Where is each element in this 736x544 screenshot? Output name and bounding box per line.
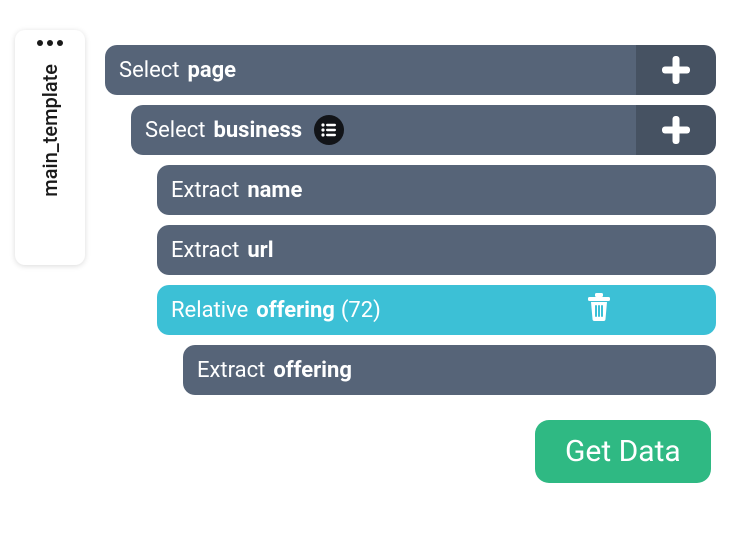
sidebar-tab[interactable]: main_template <box>15 30 85 265</box>
command-row-select-business[interactable]: Select business <box>131 105 716 155</box>
list-icon <box>314 115 344 145</box>
command-noun: url <box>247 238 273 263</box>
command-row-extract-offering[interactable]: Extract offering <box>183 345 716 395</box>
command-verb: Extract <box>171 178 239 203</box>
tab-label: main_template <box>38 64 62 197</box>
ellipsis-icon[interactable] <box>37 40 63 46</box>
command-noun: offering <box>256 298 335 323</box>
command-noun: name <box>247 178 302 203</box>
add-button[interactable] <box>636 45 716 95</box>
command-row-extract-url[interactable]: Extract url <box>157 225 716 275</box>
command-row-select-page[interactable]: Select page <box>105 45 716 95</box>
command-verb: Select <box>145 118 205 143</box>
command-row-relative-offering[interactable]: Relative offering (72) <box>157 285 716 335</box>
trash-icon[interactable] <box>586 292 612 328</box>
plus-icon <box>662 56 690 84</box>
get-data-button[interactable]: Get Data <box>535 420 711 483</box>
command-verb: Extract <box>197 358 265 383</box>
add-button[interactable] <box>636 105 716 155</box>
command-count: (72) <box>341 298 381 323</box>
command-noun: offering <box>273 358 352 383</box>
command-noun: page <box>187 58 236 83</box>
command-verb: Select <box>119 58 179 83</box>
command-verb: Relative <box>171 298 248 323</box>
plus-icon <box>662 116 690 144</box>
command-list: Select page Select business Extract name <box>105 45 716 405</box>
command-noun: business <box>213 118 302 143</box>
command-verb: Extract <box>171 238 239 263</box>
command-row-extract-name[interactable]: Extract name <box>157 165 716 215</box>
